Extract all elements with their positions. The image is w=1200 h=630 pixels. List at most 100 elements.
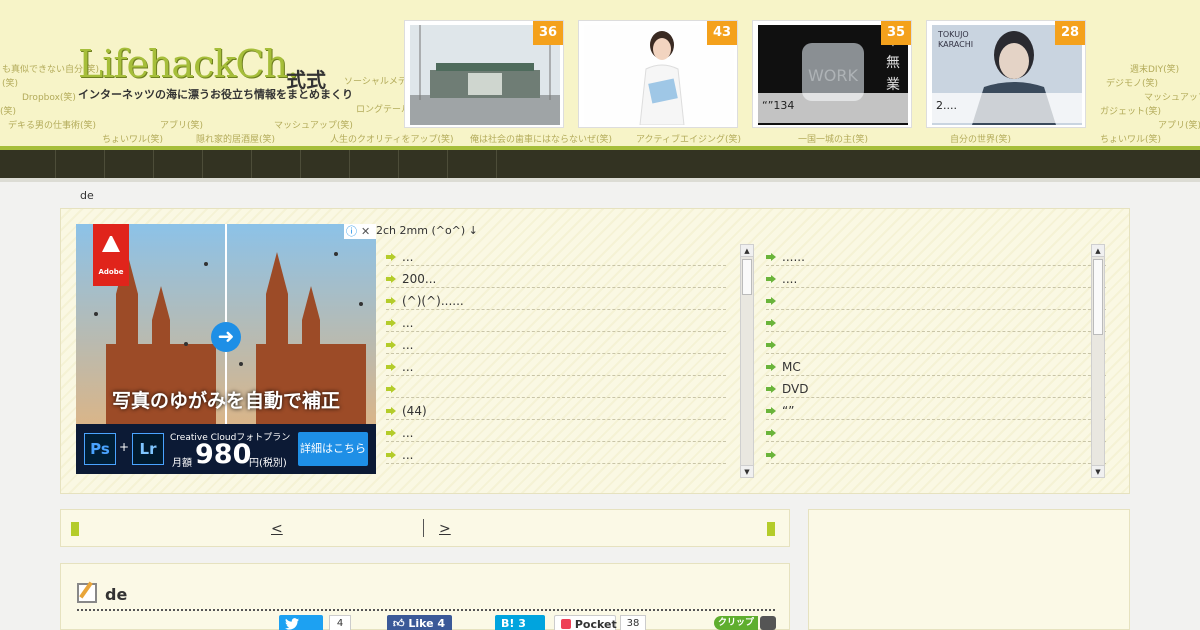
nav-item[interactable] xyxy=(203,150,252,178)
pager-separator xyxy=(423,519,424,537)
tag-link[interactable]: ガジェット(笑) xyxy=(1100,104,1161,117)
prev-article-link[interactable]: < xyxy=(271,521,283,537)
list-item-label[interactable]: .... xyxy=(782,272,797,286)
tag-link[interactable]: デジモノ(笑) xyxy=(1106,76,1158,89)
nav-item[interactable] xyxy=(399,150,448,178)
nav-item[interactable] xyxy=(301,150,350,178)
list-item-label[interactable]: ... xyxy=(402,338,413,352)
tag-link[interactable]: マッシュアップ(笑) xyxy=(274,118,353,131)
nav-item[interactable] xyxy=(154,150,203,178)
next-article-link[interactable]: > xyxy=(439,521,451,537)
list-item[interactable]: (^)(^)...... xyxy=(386,288,726,310)
memo-icon xyxy=(77,583,97,603)
tag-link[interactable]: アブリ(笑) xyxy=(160,118,203,131)
tag-link[interactable]: マッシュアップ xyxy=(1144,90,1200,103)
list-item-label[interactable]: ... xyxy=(402,426,413,440)
list-item-label[interactable]: ... xyxy=(402,316,413,330)
clip-button[interactable]: クリップ xyxy=(714,616,758,630)
tag-link[interactable]: アクティブエイジング(笑) xyxy=(636,132,741,145)
thumbnail-card[interactable]: 36 xyxy=(404,20,564,128)
list-item-label[interactable]: ... xyxy=(402,250,413,264)
list-item[interactable]: ... xyxy=(386,354,726,376)
list-item-label[interactable]: MC xyxy=(782,360,801,374)
scroll-thumb[interactable] xyxy=(742,259,752,295)
list-item[interactable] xyxy=(766,288,1106,310)
rss-left-scrollbar[interactable]: ▲ ▼ xyxy=(740,244,754,478)
arrow-icon xyxy=(766,385,776,393)
list-item-label[interactable]: “” xyxy=(782,404,794,418)
list-item[interactable]: ... xyxy=(386,310,726,332)
list-item[interactable]: ... xyxy=(386,442,726,464)
tag-link[interactable]: Dropbox(笑) xyxy=(22,90,76,103)
list-item-label[interactable]: DVD xyxy=(782,382,808,396)
tag-link[interactable]: アプリ(笑) xyxy=(1158,118,1200,131)
list-item[interactable]: MC xyxy=(766,354,1106,376)
nav-item[interactable] xyxy=(56,150,105,178)
thumbnail-card[interactable]: TOKUJO KARACHI 2.... 28 xyxy=(926,20,1086,128)
list-item[interactable]: ... xyxy=(386,244,726,266)
tag-link[interactable]: 人生のクオリティをアップ(笑) xyxy=(330,132,453,145)
ad-banner[interactable]: Adobe ➜ 写真のゆがみを自動で補正 Ps + Lr Creative Cl… xyxy=(76,224,376,474)
ad-price-unit: 円(税別) xyxy=(249,458,287,469)
svg-text:WORK: WORK xyxy=(808,66,859,85)
tag-link[interactable]: 週末DIY(笑) xyxy=(1130,62,1179,75)
tag-link[interactable]: ロングテール xyxy=(356,102,410,115)
ad-choices[interactable]: ⓘ ✕ xyxy=(344,224,376,239)
tag-link[interactable]: ちょいワル(笑) xyxy=(1100,132,1161,145)
list-item[interactable]: .... xyxy=(766,266,1106,288)
arrow-icon xyxy=(766,297,776,305)
scroll-up-icon[interactable]: ▲ xyxy=(1092,245,1104,257)
scroll-up-icon[interactable]: ▲ xyxy=(741,245,753,257)
nav-item[interactable] xyxy=(252,150,301,178)
list-item[interactable]: ...... xyxy=(766,244,1106,266)
list-item[interactable] xyxy=(766,310,1106,332)
list-item[interactable] xyxy=(386,376,726,398)
pocket-button[interactable]: Pocket xyxy=(554,615,617,630)
list-item[interactable] xyxy=(766,420,1106,442)
tag-link[interactable]: 俺は社会の歯車にはならないぜ(笑) xyxy=(470,132,612,145)
list-item[interactable]: ... xyxy=(386,420,726,442)
list-item-label[interactable]: ...... xyxy=(782,250,805,264)
tag-link[interactable]: 自分の世界(笑) xyxy=(950,132,1011,145)
scroll-thumb[interactable] xyxy=(1093,259,1103,335)
breadcrumb[interactable]: de xyxy=(80,189,94,202)
thumbnail-card[interactable]: 43 xyxy=(578,20,738,128)
list-item[interactable]: ... xyxy=(386,332,726,354)
list-item-label[interactable]: (^)(^)...... xyxy=(402,294,464,308)
scroll-down-icon[interactable]: ▼ xyxy=(1092,465,1104,477)
list-item-label[interactable]: (44) xyxy=(402,404,427,418)
list-item[interactable]: 200... xyxy=(386,266,726,288)
tag-link[interactable]: (笑) xyxy=(0,104,16,117)
nav-item[interactable] xyxy=(448,150,497,178)
nav-item[interactable] xyxy=(105,150,154,178)
close-icon[interactable]: ✕ xyxy=(361,225,370,238)
tag-link[interactable]: デキる男の仕事術(笑) xyxy=(8,118,96,131)
nav-item[interactable] xyxy=(350,150,399,178)
rss-right-scrollbar[interactable]: ▲ ▼ xyxy=(1091,244,1105,478)
list-item[interactable] xyxy=(766,332,1106,354)
list-item-label[interactable]: 200... xyxy=(402,272,436,286)
list-item[interactable]: (44) xyxy=(386,398,726,420)
tweet-button[interactable] xyxy=(279,615,323,630)
info-icon[interactable]: ⓘ xyxy=(346,225,357,238)
thumbnail-card[interactable]: WORK 卒 無 業 “”134 35 xyxy=(752,20,912,128)
tag-link[interactable]: ソーシャルメデ xyxy=(344,74,407,87)
tag-link[interactable]: 隠れ家的居酒屋(笑) xyxy=(196,132,275,145)
site-logo[interactable]: LifehackCh. 式式 インターネッツの海に漂うお役立ち情報をまとめまくり xyxy=(78,44,353,102)
twitter-bird-icon xyxy=(285,618,299,630)
ad-price: 980 xyxy=(195,439,252,470)
list-item[interactable]: “” xyxy=(766,398,1106,420)
list-item[interactable]: DVD xyxy=(766,376,1106,398)
tag-link[interactable]: (笑) xyxy=(2,76,18,89)
scroll-down-icon[interactable]: ▼ xyxy=(741,465,753,477)
tag-link[interactable]: 一国一城の主(笑) xyxy=(798,132,868,145)
ad-cta-button[interactable]: 詳細はこちら xyxy=(298,432,368,466)
facebook-like-button[interactable]: 👍︎ Like 4 xyxy=(387,615,452,630)
list-item-label[interactable]: ... xyxy=(402,360,413,374)
tag-link[interactable]: ちょいワル(笑) xyxy=(102,132,163,145)
nav-item[interactable] xyxy=(0,150,56,178)
hatena-bookmark-button[interactable]: B! 3 xyxy=(495,615,545,630)
clip-icon[interactable] xyxy=(760,616,776,630)
list-item[interactable] xyxy=(766,442,1106,464)
list-item-label[interactable]: ... xyxy=(402,448,413,462)
